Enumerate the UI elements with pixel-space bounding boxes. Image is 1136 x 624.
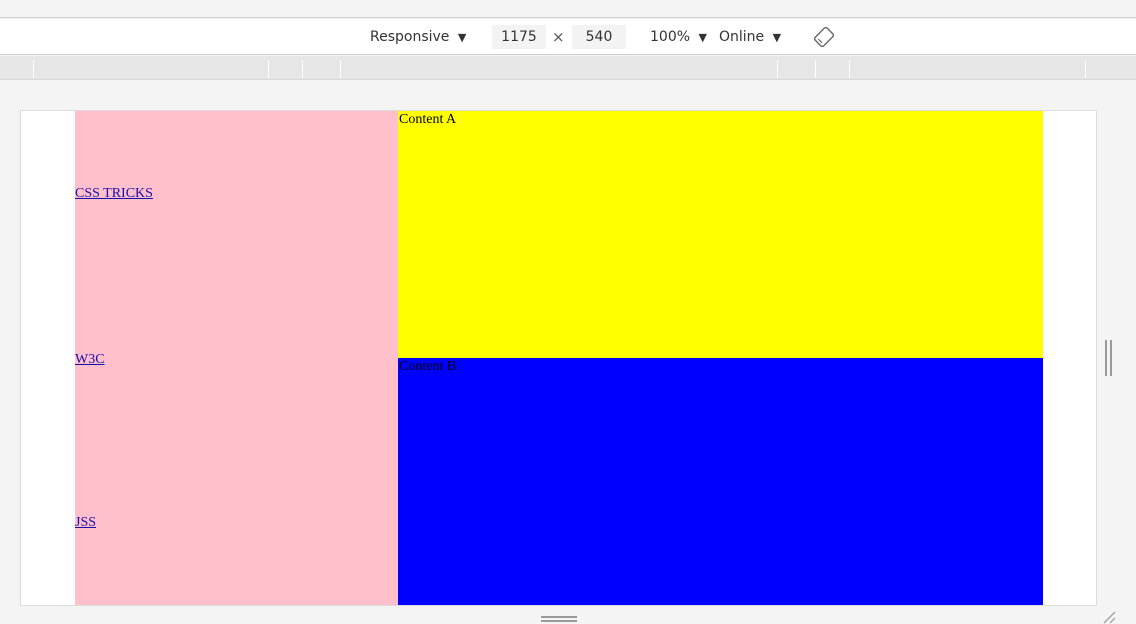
browser-top-strip [0, 0, 1136, 18]
width-input[interactable]: 1175 [492, 25, 546, 49]
ruler-divider [777, 60, 778, 78]
corner-resize-handle-icon[interactable] [1100, 608, 1116, 624]
device-toolbar: Responsive ▼ 1175 × 540 100% ▼ Online ▼ [0, 19, 1136, 55]
content-b-text: Content B [399, 359, 457, 374]
ruler-divider [33, 60, 34, 78]
ruler-divider [340, 60, 341, 78]
ruler-divider [815, 60, 816, 78]
ruler-divider [849, 60, 850, 78]
right-resize-handle[interactable] [1104, 340, 1114, 376]
nav-link-jss[interactable]: JSS [75, 515, 96, 531]
device-viewport: CSS TRICKS W3C JSS Content A Content B [20, 110, 1097, 606]
device-select-label: Responsive [370, 29, 450, 45]
dropdown-arrow-icon: ▼ [772, 31, 782, 44]
rotate-icon[interactable] [813, 26, 835, 48]
ruler-divider [1085, 60, 1086, 78]
zoom-select[interactable]: 100% ▼ [650, 27, 707, 47]
nav-link-css-tricks[interactable]: CSS TRICKS [75, 186, 153, 202]
dropdown-arrow-icon: ▼ [698, 31, 707, 44]
ruler-divider [302, 60, 303, 78]
network-throttle-select[interactable]: Online ▼ [719, 27, 781, 47]
ruler-divider [268, 60, 269, 78]
height-input[interactable]: 540 [572, 25, 626, 49]
bottom-resize-handle[interactable] [541, 615, 577, 623]
network-select-label: Online [719, 29, 765, 45]
content-a-text: Content A [399, 112, 457, 127]
dropdown-arrow-icon: ▼ [457, 31, 467, 44]
content-a-panel: Content A [398, 111, 1043, 358]
device-select[interactable]: Responsive ▼ [370, 27, 466, 47]
content-b-panel: Content B [398, 358, 1043, 605]
sidebar: CSS TRICKS W3C JSS [75, 111, 398, 605]
media-query-ruler[interactable] [0, 56, 1136, 80]
nav-link-w3c[interactable]: W3C [75, 352, 105, 368]
dimension-times: × [552, 28, 565, 46]
zoom-select-label: 100% [650, 29, 691, 45]
